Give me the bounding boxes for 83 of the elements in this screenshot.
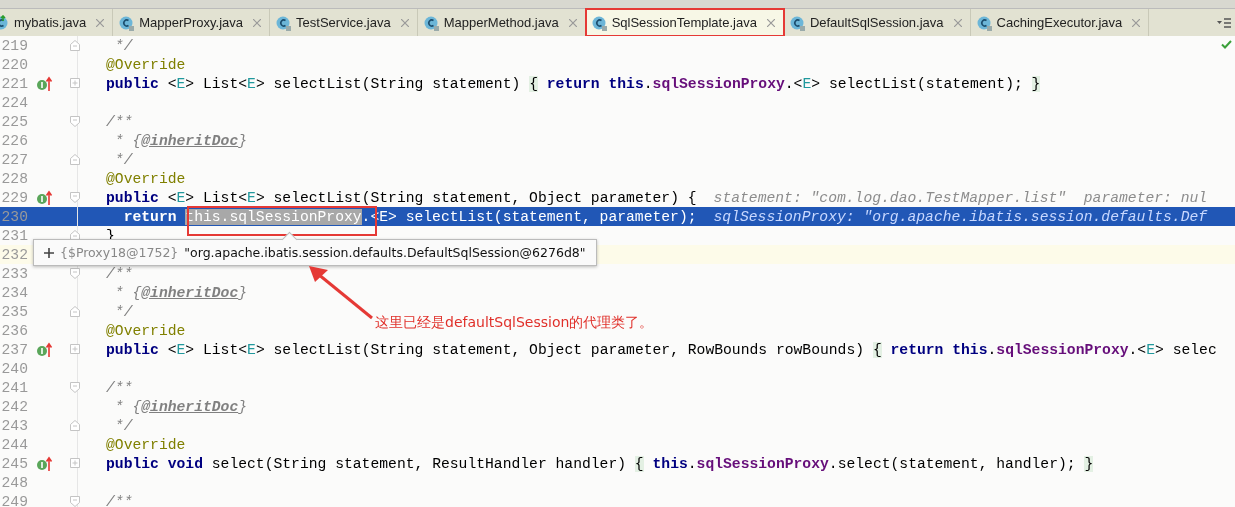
object-value: "org.apache.ibatis.session.defaults.DefaultSqlSession@6276d8" <box>184 245 586 260</box>
line-number: 227 <box>0 151 28 168</box>
line-number: 219 <box>0 37 28 54</box>
code-line: @Override <box>106 322 186 339</box>
class-icon <box>423 14 440 31</box>
line-number: 226 <box>0 132 28 149</box>
line-number: 235 <box>0 303 28 320</box>
close-icon[interactable] <box>253 18 262 27</box>
close-icon[interactable] <box>1132 18 1141 27</box>
line-number: 231 <box>0 227 28 244</box>
editor-tab[interactable]: SqlSessionTemplate.java <box>585 9 784 36</box>
fold-marker-icon[interactable] <box>70 116 80 127</box>
line-number: 242 <box>0 398 28 415</box>
tab-list-icon[interactable] <box>1217 16 1231 29</box>
check-icon <box>1221 40 1232 49</box>
code-line: @Override <box>106 436 186 453</box>
code-line: * {@inheritDoc} <box>113 132 248 149</box>
code-line: public <E> List<E> selectList(String statement) { return this.sqlSessionProxy.<E> selectList(statement); } <box>106 75 1041 92</box>
code-line: /** <box>106 265 133 282</box>
code-line: */ <box>113 37 133 54</box>
code-line: /** <box>106 113 133 130</box>
line-number: 237 <box>0 341 28 358</box>
line-number: 228 <box>0 170 28 187</box>
annotation-note: 这里已经是defaultSqlSession的代理类了。 <box>375 314 654 332</box>
line-number: 229 <box>0 189 28 206</box>
line-number: 220 <box>0 56 28 73</box>
line-number: 221 <box>0 75 28 92</box>
line-number: 224 <box>0 94 28 111</box>
implements-icon[interactable] <box>36 189 54 206</box>
fold-marker-icon[interactable] <box>70 306 80 317</box>
fold-marker-icon[interactable] <box>70 382 80 393</box>
line-number: 236 <box>0 322 28 339</box>
code-line: public <E> List<E> selectList(String statement, Object parameter) { <box>106 189 697 206</box>
implements-icon[interactable] <box>36 341 54 358</box>
line-number: 248 <box>0 474 28 491</box>
code-line: * {@inheritDoc} <box>113 398 248 415</box>
close-icon[interactable] <box>953 18 962 27</box>
fold-marker-icon[interactable] <box>70 78 80 89</box>
expand-icon[interactable] <box>44 247 54 258</box>
class-icon <box>591 14 608 31</box>
code-line: */ <box>113 303 133 320</box>
line-number: 241 <box>0 379 28 396</box>
line-number: 232 <box>0 246 28 263</box>
code-line: public <E> List<E> selectList(String statement, Object parameter, RowBounds rowBounds) { return this.sqlSessionProxy.<E> selec <box>106 341 1217 358</box>
debug-value-hint: statement: "com.log.dao.TestMapper.list" parameter: nul <box>713 189 1208 206</box>
fold-marker-icon[interactable] <box>70 40 80 51</box>
arrow-icon <box>306 264 374 320</box>
code-line: @Override <box>106 56 186 73</box>
line-number: 225 <box>0 113 28 130</box>
fold-marker-icon[interactable] <box>70 154 80 165</box>
debug-value-hint: sqlSessionProxy: "org.apache.ibatis.session.defaults.Def <box>713 208 1208 225</box>
implements-icon[interactable] <box>36 75 54 92</box>
class-icon <box>119 14 136 31</box>
code-line: /** <box>106 379 133 396</box>
line-number: 245 <box>0 455 28 472</box>
close-icon[interactable] <box>96 18 105 27</box>
fold-marker-icon[interactable] <box>70 344 80 355</box>
class-icon <box>276 14 293 31</box>
fold-marker-icon[interactable] <box>70 458 80 469</box>
close-icon[interactable] <box>766 18 775 27</box>
code-line: */ <box>113 417 133 434</box>
code-line: public void select(String statement, ResultHandler handler) { this.sqlSessionProxy.select(statement, handler); } <box>106 455 1094 472</box>
line-number: 230 <box>0 208 28 225</box>
fold-marker-icon[interactable] <box>70 268 80 279</box>
class-icon <box>976 14 993 31</box>
line-number: 243 <box>0 417 28 434</box>
code-line: */ <box>113 151 133 168</box>
fold-marker-icon[interactable] <box>70 192 80 203</box>
fold-marker-icon[interactable] <box>70 496 80 507</box>
code-line: @Override <box>106 170 186 187</box>
line-number: 234 <box>0 284 28 301</box>
line-number: 240 <box>0 360 28 377</box>
class-icon <box>789 14 806 31</box>
object-type-label: {$Proxy18@1752} <box>60 245 179 260</box>
implements-icon[interactable] <box>36 455 54 472</box>
line-number: 244 <box>0 436 28 453</box>
close-icon[interactable] <box>568 18 577 27</box>
close-icon[interactable] <box>400 18 409 27</box>
fold-marker-icon[interactable] <box>70 420 80 431</box>
code-line: /** <box>106 493 133 507</box>
code-line: * {@inheritDoc} <box>113 284 248 301</box>
line-number: 233 <box>0 265 28 282</box>
line-number: 249 <box>0 493 28 507</box>
